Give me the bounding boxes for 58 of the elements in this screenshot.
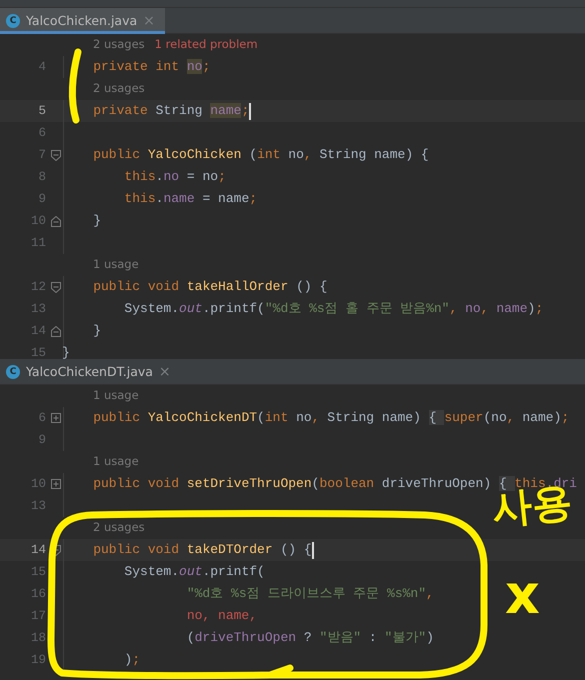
line-number: 10	[30, 212, 46, 230]
line-number: 8	[37, 168, 46, 186]
tab-title: YalcoChickenDT.java	[26, 362, 153, 381]
problem-hint[interactable]: 1 related problem	[154, 36, 258, 54]
usage-hint[interactable]: 2 usages	[93, 519, 145, 537]
close-icon[interactable]: ×	[143, 10, 155, 32]
code-line: private int no;	[92, 58, 210, 76]
code-line: }	[92, 212, 102, 230]
class-icon: C	[6, 365, 20, 379]
line-number: 11	[30, 234, 46, 252]
line-number: 5	[37, 102, 46, 120]
code-line: public YalcoChickenDT(int no, String name) { super(no, name);	[92, 409, 570, 428]
handwritten-mark: x	[505, 568, 540, 622]
code-line: }	[92, 322, 102, 340]
usage-hint[interactable]: 1 usage	[93, 256, 139, 274]
expand-icon[interactable]	[50, 478, 60, 490]
line-number: 17	[30, 608, 46, 625]
text-caret	[312, 542, 314, 558]
line-number: 6	[37, 410, 46, 427]
line-number: 10	[30, 476, 46, 493]
line-number: 9	[37, 432, 46, 449]
line-number: 12	[30, 278, 46, 296]
line-number: 6	[37, 124, 46, 142]
line-number: 7	[37, 146, 46, 164]
line-number: 9	[37, 190, 46, 208]
line-number: 14	[30, 542, 46, 559]
line-number: 14	[30, 322, 46, 340]
code-line: }	[62, 344, 70, 359]
usage-hint[interactable]: 2 usages	[93, 80, 145, 98]
line-number: 4	[37, 58, 46, 76]
usage-hint[interactable]: 1 usage	[93, 387, 139, 405]
text-caret	[249, 102, 252, 120]
line-number: 13	[30, 300, 46, 318]
file-tab[interactable]: C YalcoChicken.java ×	[0, 8, 165, 34]
line-number: 15	[30, 344, 46, 359]
code-line: (driveThruOpen ? "받음" : "불가")	[186, 629, 434, 648]
line-number: 19	[30, 652, 46, 669]
tab-title: YalcoChicken.java	[26, 12, 138, 30]
code-line: public void takeHallOrder () {	[92, 278, 328, 296]
line-number: 18	[30, 630, 46, 647]
close-icon[interactable]: ×	[158, 362, 171, 382]
usage-hint[interactable]: 2 usages	[93, 36, 145, 54]
code-line: this.no = no;	[123, 168, 226, 186]
code-line: this.name = name;	[123, 190, 258, 208]
line-number: 13	[30, 498, 46, 515]
code-line: public YalcoChicken (int no, String name) {	[92, 146, 429, 164]
code-line: System.out.printf("%d호 %s점 홀 주문 받음%n", no, name);	[123, 300, 544, 318]
code-line: "%d호 %s점 드라이브스루 주문 %s%n",	[186, 585, 434, 604]
code-line: public void takeDTOrder () {	[92, 541, 312, 560]
line-number: 15	[30, 564, 46, 581]
usage-hint[interactable]: 1 usage	[93, 453, 139, 471]
expand-icon[interactable]	[50, 412, 60, 424]
code-line: private String name;	[92, 102, 250, 120]
code-line: );	[123, 651, 140, 670]
code-line: System.out.printf(	[123, 563, 265, 582]
line-number: 16	[30, 586, 46, 603]
code-line: no, name,	[186, 607, 258, 626]
class-icon: C	[6, 14, 20, 28]
